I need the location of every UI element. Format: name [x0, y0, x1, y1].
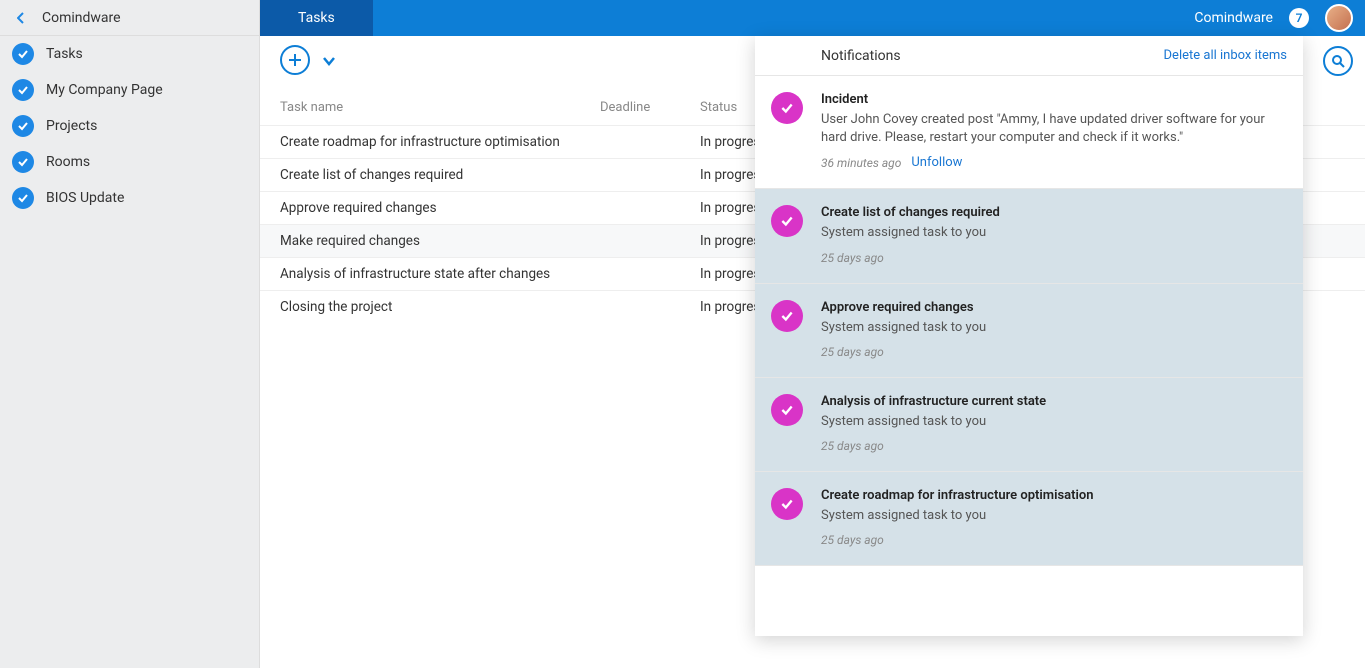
- check-icon: [771, 300, 803, 332]
- column-deadline[interactable]: Deadline: [600, 100, 700, 115]
- sidebar-item-projects[interactable]: Projects: [0, 108, 259, 144]
- avatar[interactable]: [1325, 4, 1353, 32]
- sidebar-item-bios[interactable]: BIOS Update: [0, 180, 259, 216]
- header-user-label[interactable]: Comindware: [1194, 10, 1273, 26]
- chevron-down-icon[interactable]: [322, 51, 336, 70]
- cell-task-name: Closing the project: [280, 299, 600, 315]
- check-icon: [12, 115, 34, 137]
- sidebar-item-label: My Company Page: [46, 82, 163, 98]
- notification-body: System assigned task to you: [821, 224, 1287, 242]
- cell-deadline: [600, 167, 700, 183]
- notification-content: Create roadmap for infrastructure optimi…: [821, 488, 1287, 547]
- sidebar-header: Comindware: [0, 0, 259, 36]
- cell-task-name: Create list of changes required: [280, 167, 600, 183]
- notifications-body: Incident User John Covey created post "A…: [755, 76, 1303, 636]
- sidebar-item-label: Projects: [46, 118, 97, 134]
- notifications-header: Notifications Delete all inbox items: [755, 36, 1303, 76]
- check-icon: [771, 394, 803, 426]
- sidebar-item-label: Tasks: [46, 46, 83, 62]
- sidebar: Comindware Tasks My Company Page Project…: [0, 0, 260, 668]
- notifications-panel: Notifications Delete all inbox items Inc…: [755, 36, 1303, 636]
- notification-badge[interactable]: 7: [1289, 8, 1309, 28]
- tab-tasks[interactable]: Tasks: [260, 0, 373, 36]
- sidebar-item-rooms[interactable]: Rooms: [0, 144, 259, 180]
- notification-footer: 36 minutes ago Unfollow: [821, 155, 1287, 170]
- notification-content: Analysis of infrastructure current state…: [821, 394, 1287, 453]
- cell-deadline: [600, 233, 700, 249]
- notification-title: Analysis of infrastructure current state: [821, 394, 1287, 409]
- notification-time: 25 days ago: [821, 345, 884, 359]
- notification-footer: 25 days ago: [821, 251, 1287, 265]
- notification-footer: 25 days ago: [821, 533, 1287, 547]
- cell-deadline: [600, 134, 700, 150]
- cell-deadline: [600, 299, 700, 315]
- notification-item[interactable]: Analysis of infrastructure current state…: [755, 378, 1303, 472]
- cell-task-name: Make required changes: [280, 233, 600, 249]
- check-icon: [12, 43, 34, 65]
- notification-title: Create list of changes required: [821, 205, 1287, 220]
- notification-item[interactable]: Approve required changes System assigned…: [755, 284, 1303, 378]
- notification-time: 25 days ago: [821, 533, 884, 547]
- check-icon: [12, 187, 34, 209]
- notification-item[interactable]: Create list of changes required System a…: [755, 189, 1303, 283]
- sidebar-item-company[interactable]: My Company Page: [0, 72, 259, 108]
- notification-body: System assigned task to you: [821, 413, 1287, 431]
- sidebar-item-label: Rooms: [46, 154, 90, 170]
- delete-all-link[interactable]: Delete all inbox items: [1164, 48, 1287, 63]
- check-icon: [771, 488, 803, 520]
- notification-content: Approve required changes System assigned…: [821, 300, 1287, 359]
- notification-footer: 25 days ago: [821, 439, 1287, 453]
- back-icon[interactable]: [12, 12, 30, 24]
- notification-title: Approve required changes: [821, 300, 1287, 315]
- check-icon: [771, 92, 803, 124]
- cell-deadline: [600, 266, 700, 282]
- sidebar-item-label: BIOS Update: [46, 190, 124, 206]
- notification-time: 36 minutes ago: [821, 156, 901, 170]
- sidebar-item-tasks[interactable]: Tasks: [0, 36, 259, 72]
- notification-body: User John Covey created post "Ammy, I ha…: [821, 111, 1287, 147]
- right-controls: [1310, 36, 1365, 76]
- notification-content: Incident User John Covey created post "A…: [821, 92, 1287, 170]
- column-task-name[interactable]: Task name: [280, 100, 600, 115]
- notification-content: Create list of changes required System a…: [821, 205, 1287, 264]
- header: Tasks Comindware 7: [260, 0, 1365, 36]
- notification-title: Create roadmap for infrastructure optimi…: [821, 488, 1287, 503]
- notification-footer: 25 days ago: [821, 345, 1287, 359]
- notification-body: System assigned task to you: [821, 319, 1287, 337]
- cell-deadline: [600, 200, 700, 216]
- search-button[interactable]: [1323, 46, 1353, 76]
- notification-item[interactable]: Create roadmap for infrastructure optimi…: [755, 472, 1303, 566]
- cell-task-name: Analysis of infrastructure state after c…: [280, 266, 600, 282]
- notification-time: 25 days ago: [821, 251, 884, 265]
- notifications-title: Notifications: [821, 48, 901, 64]
- check-icon: [771, 205, 803, 237]
- cell-task-name: Approve required changes: [280, 200, 600, 216]
- unfollow-link[interactable]: Unfollow: [911, 155, 962, 170]
- notification-body: System assigned task to you: [821, 507, 1287, 525]
- check-icon: [12, 79, 34, 101]
- notification-title: Incident: [821, 92, 1287, 107]
- notification-item[interactable]: Incident User John Covey created post "A…: [755, 76, 1303, 189]
- notification-time: 25 days ago: [821, 439, 884, 453]
- sidebar-title: Comindware: [42, 10, 121, 26]
- add-button[interactable]: [280, 45, 310, 75]
- check-icon: [12, 151, 34, 173]
- cell-task-name: Create roadmap for infrastructure optimi…: [280, 134, 600, 150]
